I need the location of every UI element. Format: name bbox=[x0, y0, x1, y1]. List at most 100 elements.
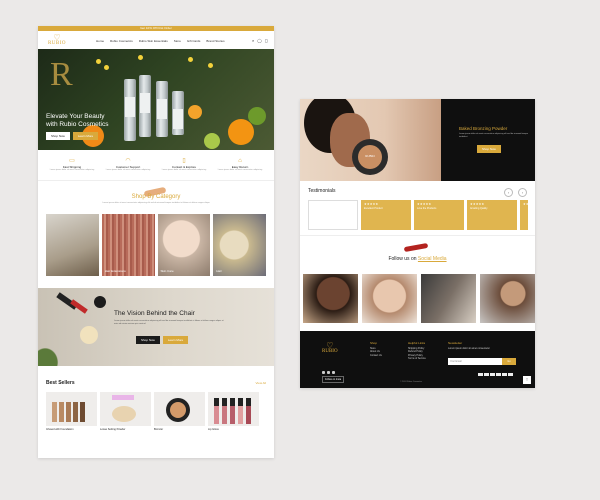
lime-decoration bbox=[204, 133, 220, 149]
hero-shop-button[interactable]: Shop Now bbox=[46, 132, 70, 140]
nav-links: Home Rubio Cosmetics Rubio Skin Essentia… bbox=[96, 39, 225, 43]
hero-learn-button[interactable]: Learn More bbox=[72, 132, 99, 140]
applepay-icon bbox=[502, 373, 507, 376]
feature-return: ⌂ Easy Return Lorem ipsum dolor sit amet… bbox=[217, 158, 263, 171]
nav-link-rubio-cosmetics[interactable]: Rubio Cosmetics bbox=[110, 39, 133, 43]
category-tile[interactable] bbox=[46, 214, 99, 276]
instagram-post[interactable] bbox=[303, 274, 358, 323]
feature-contact: ▯ Contact & Explore Lorem ipsum dolor si… bbox=[161, 158, 207, 171]
leaf-decoration bbox=[38, 330, 74, 366]
promo-description: Lorem ipsum dolor sit amet consectetur a… bbox=[459, 133, 529, 138]
testimonial-card: ★★★★★ Amazing Quality bbox=[467, 200, 517, 230]
footer-link[interactable]: Contact Us bbox=[370, 354, 382, 357]
promo-text-panel: Baked Bronzing Powder Lorem ipsum dolor … bbox=[441, 99, 535, 181]
vision-shop-button[interactable]: Shop Now bbox=[136, 336, 160, 344]
lime-decoration bbox=[248, 107, 266, 125]
product-bottle bbox=[139, 75, 151, 137]
flower-decoration bbox=[138, 55, 143, 60]
testimonial-card: ★★★★★ Excellent Product bbox=[361, 200, 411, 230]
promo-shop-button[interactable]: Shop Now bbox=[477, 145, 501, 153]
hero-heading: Elevate Your Beauty with Rubio Cosmetics bbox=[46, 113, 109, 128]
orange-decoration bbox=[228, 119, 254, 145]
nav-link-home[interactable]: Home bbox=[96, 39, 104, 43]
follow-instagram-button[interactable]: Follow on Insta bbox=[322, 376, 345, 383]
heart-logo-icon: ♡ bbox=[53, 33, 61, 42]
homepage-screenshot: Get 10% Off First Order ♡ RUBIO Home Rub… bbox=[38, 26, 274, 458]
lipstick-swatch-decoration bbox=[403, 242, 429, 253]
product-card[interactable]: Loose Setting Powder bbox=[100, 392, 151, 431]
site-footer: ♡ RUBIO Follow on Insta Shop Store About… bbox=[300, 331, 535, 388]
product-grid: Infused with Foundation Loose Setting Po… bbox=[38, 392, 274, 431]
vision-description: Lorem ipsum dolor sit amet consectetur a… bbox=[114, 320, 224, 325]
nav-link-skin-essentials[interactable]: Rubio Skin Essentials bbox=[139, 39, 168, 43]
chevron-left-icon[interactable]: ‹ bbox=[504, 188, 513, 197]
promo-title: Baked Bronzing Powder bbox=[459, 126, 508, 131]
newsletter-submit-button[interactable]: Go bbox=[502, 358, 516, 365]
nav-link-gift-cards[interactable]: Gift Cards bbox=[187, 39, 201, 43]
heart-logo-icon: ♡ bbox=[326, 341, 334, 350]
testimonials-title: Testimonials bbox=[308, 188, 336, 194]
paypal-icon bbox=[496, 373, 501, 376]
compact-label: RUBIO bbox=[365, 154, 375, 158]
footer-link[interactable]: Terms of Service bbox=[408, 357, 426, 360]
category-tile-hair-extensions[interactable]: Hair Extensions bbox=[101, 214, 155, 276]
instagram-icon[interactable] bbox=[327, 371, 330, 374]
vision-learn-button[interactable]: Learn More bbox=[162, 336, 189, 344]
product-name: Loose Setting Powder bbox=[100, 428, 126, 431]
facebook-icon[interactable] bbox=[322, 371, 325, 374]
product-bottle bbox=[172, 91, 184, 135]
brand-logo[interactable]: ♡ RUBIO bbox=[44, 33, 70, 47]
headset-icon: ◠ bbox=[125, 158, 131, 164]
view-all-link[interactable]: View All bbox=[256, 381, 266, 385]
flower-decoration bbox=[96, 59, 101, 64]
category-tiles: Hair Extensions Skin Care Hair bbox=[38, 214, 274, 276]
instagram-grid bbox=[303, 274, 535, 323]
instagram-post[interactable] bbox=[421, 274, 476, 323]
shop-by-category: Shop By Category Lorem ipsum dolor sit a… bbox=[38, 181, 274, 214]
product-card[interactable]: Infused with Foundation bbox=[46, 392, 97, 431]
model-photo: RUBIO bbox=[300, 99, 441, 181]
best-sellers-header: Best Sellers View All bbox=[38, 376, 274, 390]
instagram-post[interactable] bbox=[362, 274, 417, 323]
nav-link-brand-stories[interactable]: Brand Stories bbox=[206, 39, 224, 43]
category-tile-hair[interactable]: Hair bbox=[213, 214, 266, 276]
search-icon[interactable]: ⌕ bbox=[252, 38, 254, 43]
payment-icons bbox=[478, 373, 513, 376]
newsletter-email-input[interactable]: Your Email bbox=[448, 358, 502, 365]
product-name: Lip Gloss bbox=[208, 428, 219, 431]
nav-link-store[interactable]: Store bbox=[174, 39, 181, 43]
product-image bbox=[208, 392, 259, 426]
chevron-right-icon[interactable]: › bbox=[518, 188, 527, 197]
logo-wordmark: RUBIO bbox=[47, 41, 67, 46]
testimonial-card: ★★★★★ Love the Products bbox=[414, 200, 464, 230]
hero-banner: R Elevate Your Beauty with Rubio Cosmeti… bbox=[38, 49, 274, 150]
gpay-icon bbox=[508, 373, 513, 376]
compact-decoration bbox=[94, 296, 106, 308]
user-icon[interactable]: ◯ bbox=[257, 38, 261, 43]
product-image bbox=[154, 392, 205, 426]
product-card[interactable]: Lip Gloss bbox=[208, 392, 259, 431]
section-title: Shop By Category bbox=[131, 194, 181, 200]
footer-col-newsletter: Newsletter Lorem ipsum dolor sit amet co… bbox=[448, 341, 490, 350]
section-subtitle: Lorem ipsum dolor sit amet consectetur a… bbox=[102, 202, 210, 204]
footer-col-helpful-links: Helpful Links Shipping Policy Refund Pol… bbox=[408, 341, 426, 361]
phone-icon: ▯ bbox=[182, 158, 186, 164]
testimonials-section: Testimonials ‹ › ★★★★★ Excellent Product… bbox=[300, 181, 535, 236]
footer-logo[interactable]: ♡ RUBIO bbox=[322, 341, 338, 355]
best-sellers-title: Best Sellers bbox=[46, 380, 75, 386]
homepage-lower-screenshot: RUBIO Baked Bronzing Powder Lorem ipsum … bbox=[300, 99, 535, 388]
feature-support: ◠ Customer Support Lorem ipsum dolor sit… bbox=[105, 158, 151, 171]
tiktok-icon[interactable] bbox=[332, 371, 335, 374]
truck-icon: ▭ bbox=[69, 158, 75, 164]
social-media-link[interactable]: Social Media bbox=[418, 256, 447, 262]
product-bottle bbox=[124, 79, 136, 141]
header-icons: ⌕ ◯ ◻ bbox=[252, 38, 268, 43]
product-image bbox=[46, 392, 97, 426]
product-card[interactable]: Bronzer bbox=[154, 392, 205, 431]
category-tile-skin-care[interactable]: Skin Care bbox=[157, 214, 211, 276]
cart-icon[interactable]: ◻ bbox=[265, 38, 268, 43]
product-name: Infused with Foundation bbox=[46, 428, 74, 431]
back-to-top-icon[interactable]: ↑ bbox=[523, 376, 531, 384]
instagram-post[interactable] bbox=[480, 274, 535, 323]
visa-icon bbox=[478, 373, 483, 376]
